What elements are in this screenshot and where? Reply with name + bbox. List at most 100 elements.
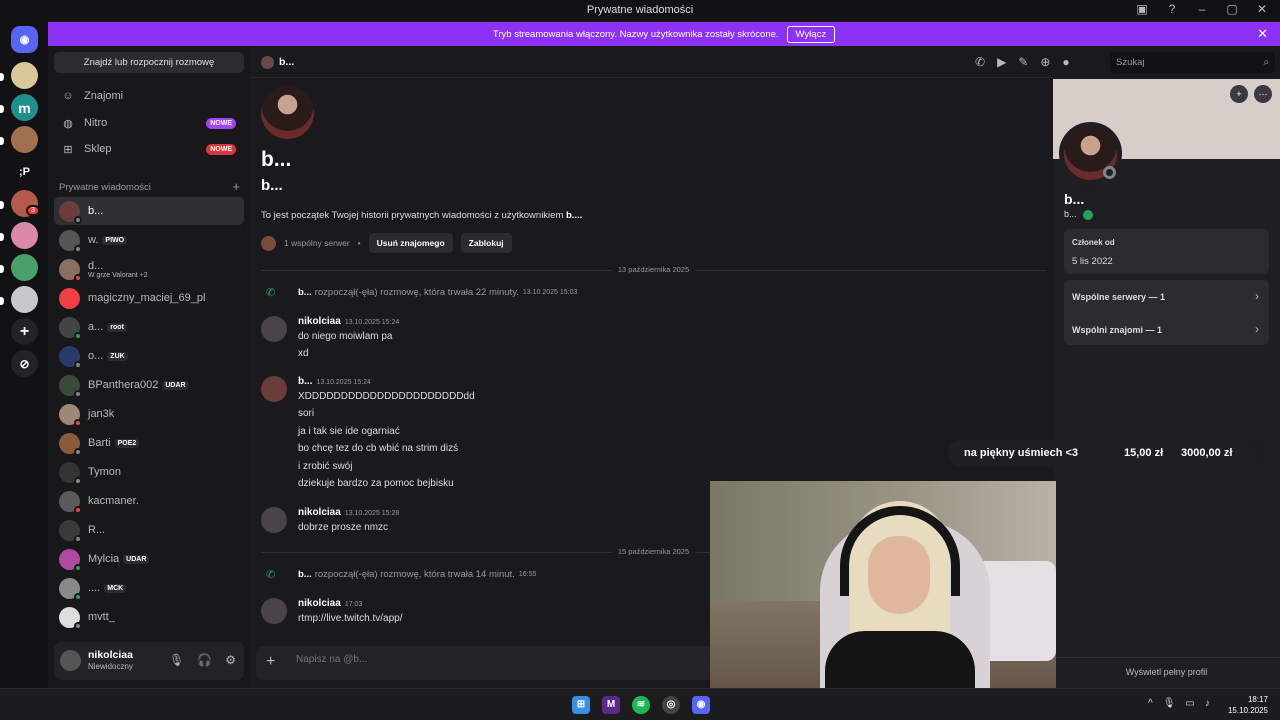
dm-item[interactable]: magiczny_maciej_69_pl: [54, 284, 244, 312]
call-message: ✆ b... rozpoczął(-ęła) rozmowę, która tr…: [266, 568, 536, 581]
tray-volume-icon[interactable]: ♪: [1205, 698, 1210, 709]
call-author[interactable]: b...: [298, 569, 312, 580]
search-input[interactable]: Szukaj ⌕: [1110, 52, 1275, 73]
donation-goal: 3000,00 zł: [1181, 447, 1233, 459]
create-dm-icon[interactable]: +: [232, 179, 240, 194]
tray-chevron-icon[interactable]: ^: [1148, 698, 1153, 709]
add-friend-icon[interactable]: +: [1230, 85, 1248, 103]
server-icon-5[interactable]: [11, 222, 38, 249]
dm-item[interactable]: d... W grze Valorant +2: [54, 255, 244, 283]
block-button[interactable]: Zablokuj: [460, 233, 512, 253]
voice-call-icon[interactable]: ✆: [975, 55, 985, 69]
nav-shop[interactable]: ⊞ Sklep NOWE: [54, 137, 244, 161]
mutual-servers-row[interactable]: Wspólne serwery — 1: [1072, 292, 1165, 302]
message-avatar[interactable]: [261, 507, 287, 533]
dm-item[interactable]: jan3k: [54, 400, 244, 428]
unread-pill: [0, 233, 4, 241]
nav-nitro[interactable]: ◍ Nitro NOWE: [54, 111, 244, 135]
headphones-icon[interactable]: 🎧: [197, 653, 212, 667]
tray-display-icon[interactable]: ▭: [1185, 698, 1194, 709]
taskbar-clock[interactable]: 18:17 15.10.2025: [1228, 694, 1268, 716]
start-windows-icon[interactable]: ⊞: [572, 696, 590, 714]
dm-item[interactable]: .... MCK: [54, 574, 244, 602]
server-icon-6[interactable]: [11, 254, 38, 281]
donation-text: na piękny uśmiech <3: [964, 447, 1079, 459]
dm-item[interactable]: R...: [54, 516, 244, 544]
message-author[interactable]: b...: [298, 376, 312, 387]
message-author[interactable]: nikolciaa: [298, 316, 341, 327]
close-window-icon[interactable]: ✕: [1254, 2, 1270, 16]
avatar: [59, 548, 82, 572]
avatar: [59, 490, 82, 514]
more-options-icon[interactable]: ⋯: [1254, 85, 1272, 103]
dm-name: w.: [88, 234, 99, 246]
dm-item[interactable]: kacmaner.: [54, 487, 244, 515]
message-author[interactable]: nikolciaa: [298, 598, 341, 609]
discord-taskbar-icon[interactable]: ◉: [692, 696, 710, 714]
obs-icon[interactable]: ◎: [662, 696, 680, 714]
video-call-icon[interactable]: ▶: [997, 55, 1006, 69]
dm-item[interactable]: mvtt_: [54, 603, 244, 631]
dot-separator: •: [357, 238, 361, 248]
dm-item[interactable]: Mylcia UDAR: [54, 545, 244, 573]
message-text: do niego moiwlam pa: [298, 331, 393, 342]
settings-gear-icon[interactable]: ⚙: [225, 653, 236, 667]
mutual-server-link[interactable]: 1 wspólny serwer: [284, 238, 350, 248]
dm-item[interactable]: a... root: [54, 313, 244, 341]
inbox-icon[interactable]: ▣: [1134, 2, 1150, 16]
dm-item[interactable]: o... ZUK: [54, 342, 244, 370]
server-icon-1[interactable]: [11, 62, 38, 89]
message-avatar[interactable]: [261, 316, 287, 342]
mutual-friends-row[interactable]: Wspólni znajomi — 1: [1072, 325, 1162, 335]
avatar: [59, 229, 82, 253]
server-icon-text[interactable]: ;P: [11, 158, 38, 185]
add-server-icon[interactable]: +: [11, 318, 38, 345]
message-avatar[interactable]: [261, 376, 287, 402]
server-icon-2[interactable]: m: [11, 94, 38, 121]
server-icon-3[interactable]: [11, 126, 38, 153]
phone-icon: ✆: [266, 287, 276, 299]
close-banner-icon[interactable]: ✕: [1257, 26, 1268, 42]
pin-icon[interactable]: ✎: [1018, 55, 1028, 69]
message-text: xd: [298, 348, 309, 359]
discord-app: Prywatne wiadomości ▣ ? – ▢ ✕ Tryb strea…: [0, 0, 1280, 720]
user-avatar[interactable]: [60, 650, 81, 671]
server-icon-7[interactable]: [11, 286, 38, 313]
explore-icon[interactable]: ⊘: [11, 350, 38, 377]
message-text: ja i tak sie ide ogarniać: [298, 426, 400, 437]
view-full-profile-link[interactable]: Wyświetl pełny profil: [1053, 667, 1280, 677]
microphone-icon[interactable]: 🎙: [169, 653, 184, 667]
dm-item[interactable]: BPanthera002 UDAR: [54, 371, 244, 399]
clan-tag: PIWO: [102, 235, 128, 245]
nav-friends[interactable]: ☺ Znajomi: [54, 84, 244, 108]
remove-friend-button[interactable]: Usuń znajomego: [368, 233, 453, 253]
dm-item[interactable]: b...: [54, 197, 244, 225]
attach-plus-icon[interactable]: +: [266, 653, 275, 671]
dm-name: R...: [88, 524, 106, 536]
home-button[interactable]: ◉: [11, 26, 38, 53]
status-dot: [74, 331, 82, 340]
disable-streamer-mode-button[interactable]: Wyłącz: [786, 25, 836, 43]
dm-item[interactable]: Barti POE2: [54, 429, 244, 457]
spotify-icon[interactable]: ≋: [632, 696, 650, 714]
tray-mic-icon[interactable]: 🎙: [1163, 698, 1176, 709]
find-conversation-button[interactable]: Znajdź lub rozpocznij rozmowę: [54, 52, 244, 73]
user-profile-icon[interactable]: ●: [1062, 55, 1069, 69]
help-icon[interactable]: ?: [1164, 2, 1180, 16]
minimize-icon[interactable]: –: [1194, 2, 1210, 16]
message-author[interactable]: nikolciaa: [298, 507, 341, 518]
message-input[interactable]: [296, 654, 696, 665]
message-avatar[interactable]: [261, 598, 287, 624]
app-mv-icon[interactable]: M: [602, 696, 620, 714]
dm-name: kacmaner.: [88, 495, 139, 507]
friends-icon: ☺: [62, 90, 74, 102]
avatar: [59, 200, 82, 224]
clock-time: 18:17: [1247, 695, 1268, 704]
chevron-right-icon: ›: [1255, 322, 1259, 336]
dm-item[interactable]: Tymon: [54, 458, 244, 486]
dm-item[interactable]: w. PIWO: [54, 226, 244, 254]
call-author[interactable]: b...: [298, 287, 312, 298]
maximize-icon[interactable]: ▢: [1224, 2, 1240, 16]
add-friends-to-dm-icon[interactable]: ⊕: [1040, 55, 1050, 69]
user-panel: nikolciaa Niewidoczny 🎙 🎧 ⚙: [54, 642, 244, 680]
